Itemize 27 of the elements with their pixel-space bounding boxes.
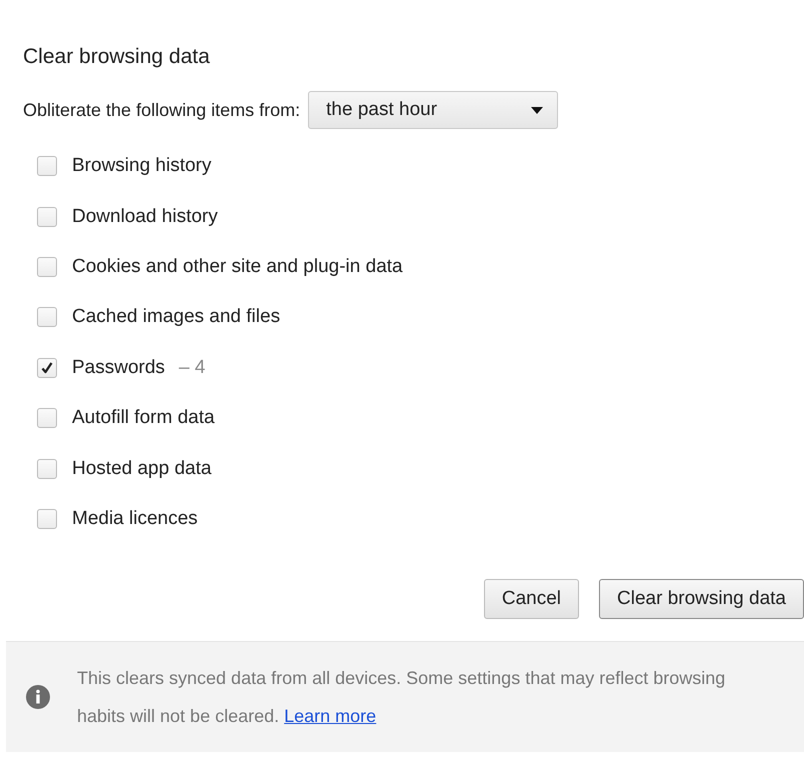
checkbox-label: Media licences <box>72 508 198 530</box>
period-label: Obliterate the following items from: <box>23 100 300 120</box>
checkbox[interactable] <box>37 206 57 227</box>
footer-text: This clears synced data from all devices. Some settings that may reflect browsing habits will not be cleared. Learn more <box>77 667 726 728</box>
cancel-button[interactable]: Cancel <box>484 579 580 620</box>
checkbox[interactable] <box>37 358 57 378</box>
checkmark-icon <box>40 360 54 375</box>
checkbox[interactable] <box>37 508 57 529</box>
clear-button[interactable]: Clear browsing data <box>599 579 804 620</box>
checkbox-label: Autofill form data <box>72 407 215 430</box>
checkbox[interactable] <box>37 307 57 328</box>
checkbox[interactable] <box>37 408 57 428</box>
checkbox-label: Browsing history <box>72 155 212 178</box>
checkbox-label: Download history <box>72 206 218 228</box>
learn-more-link[interactable]: Learn more <box>284 706 376 726</box>
info-icon <box>25 684 51 710</box>
checkbox-label: Cached images and files <box>72 306 280 328</box>
checkbox[interactable] <box>37 156 57 176</box>
checkbox-label: Passwords <box>72 356 165 379</box>
checkbox[interactable] <box>37 458 57 479</box>
caret-icon <box>531 106 544 114</box>
dialog-title: Clear browsing data <box>23 45 211 70</box>
item-count: – 4 <box>178 356 206 379</box>
checkbox[interactable] <box>37 256 57 277</box>
checkbox-label: Hosted app data <box>72 458 212 480</box>
checkbox-label: Cookies and other site and plug-in data <box>72 256 403 278</box>
period-dropdown[interactable]: the past hour <box>308 91 558 129</box>
